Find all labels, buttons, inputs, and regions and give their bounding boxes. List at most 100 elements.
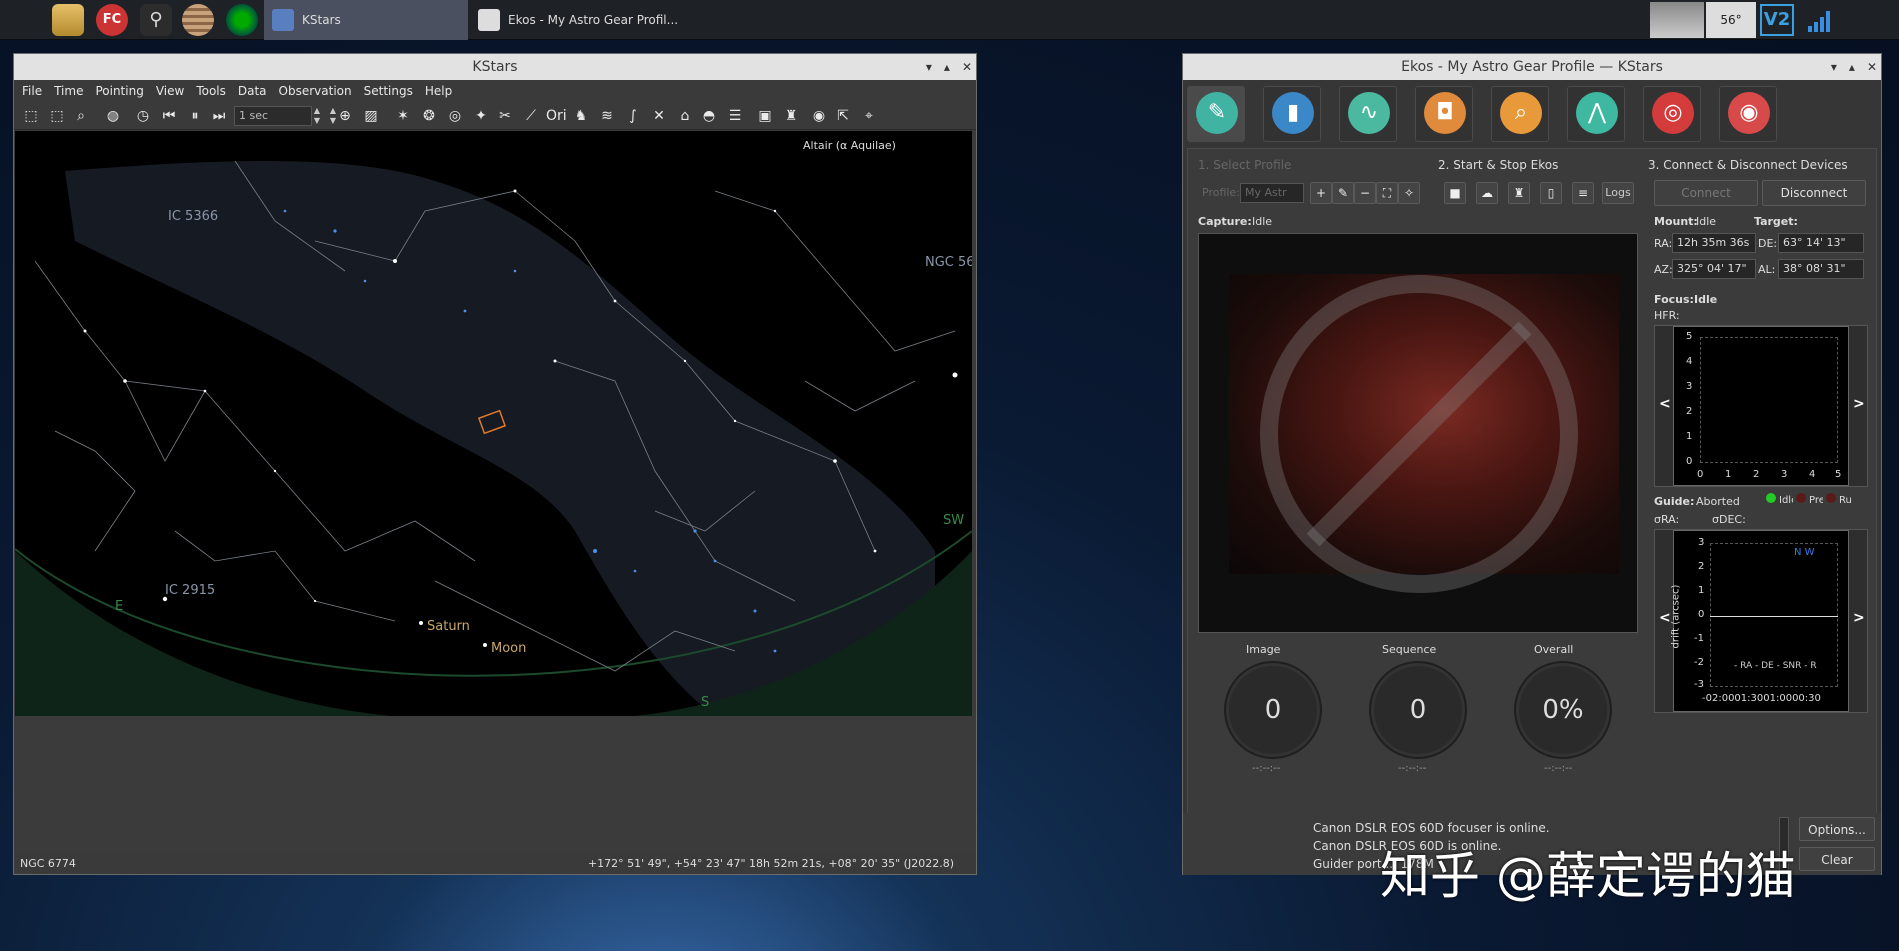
image-icon[interactable]: ▨	[362, 107, 380, 125]
zoom-box-icon[interactable]: ⬚	[22, 107, 40, 125]
kstars-titlebar[interactable]: KStars ▾ ▴ ✕	[14, 54, 976, 80]
telescope-launcher[interactable]: ⚲	[140, 4, 172, 36]
vnc-icon[interactable]: V2	[1760, 4, 1794, 36]
stars-toggle-icon[interactable]: ✶	[394, 107, 412, 125]
horizon-icon[interactable]: ⌂	[676, 107, 694, 125]
cloud-button[interactable]: ☁	[1476, 182, 1498, 204]
maximize-icon[interactable]: ▴	[944, 54, 950, 80]
export-icon[interactable]: ⇱	[834, 107, 852, 125]
tab-setup[interactable]: ✎	[1187, 86, 1245, 142]
star-icon[interactable]: ✦	[472, 107, 490, 125]
file-manager-launcher[interactable]	[52, 4, 84, 36]
menu-settings[interactable]: Settings	[364, 84, 413, 98]
zoom-frame-icon[interactable]: ⬚	[48, 107, 66, 125]
constellation-names-icon[interactable]: Ori	[546, 107, 567, 125]
tab-align[interactable]: ◎	[1643, 86, 1701, 142]
wizard-button[interactable]: ✧	[1398, 182, 1420, 204]
milkyway-icon[interactable]: ≋	[598, 107, 616, 125]
remove-profile-button[interactable]: −	[1354, 182, 1376, 204]
ekos-titlebar[interactable]: Ekos - My Astro Gear Profile — KStars ▾ ▴…	[1183, 54, 1881, 80]
profile-select[interactable]: My Astr	[1240, 183, 1304, 203]
target-toggle-icon[interactable]: ◎	[446, 107, 464, 125]
task-kstars[interactable]: KStars	[264, 0, 468, 40]
disconnect-button[interactable]: Disconnect	[1762, 180, 1866, 206]
maximize-icon[interactable]: ▴	[1849, 54, 1855, 80]
ngc56-label[interactable]: NGC 56	[925, 255, 972, 270]
close-icon[interactable]: ✕	[962, 54, 972, 80]
menu-observation[interactable]: Observation	[279, 84, 352, 98]
grid-icon[interactable]: ✕	[650, 107, 668, 125]
section-select-profile: 1. Select Profile	[1198, 158, 1292, 172]
telescope-crosshair-icon[interactable]: ⌖	[860, 107, 878, 125]
jupiter-launcher[interactable]	[182, 4, 214, 36]
menu-pointing[interactable]: Pointing	[95, 84, 143, 98]
kstars-task-icon	[272, 9, 294, 31]
ground-icon[interactable]: ◓	[700, 107, 718, 125]
flags-icon[interactable]: ☰	[726, 107, 744, 125]
menu-view[interactable]: View	[156, 84, 184, 98]
logs-button[interactable]: Logs	[1602, 182, 1634, 204]
search-icon[interactable]: ⌕	[72, 107, 90, 125]
pause-icon[interactable]: ⏸	[186, 107, 204, 125]
tab-focus[interactable]: ⌕	[1491, 86, 1549, 142]
menu-file[interactable]: File	[22, 84, 42, 98]
options-button[interactable]: Options...	[1799, 817, 1875, 841]
satellite-icon[interactable]: ✂	[496, 107, 514, 125]
guide-prev-icon[interactable]: <	[1659, 610, 1671, 626]
close-icon[interactable]: ✕	[1867, 54, 1877, 80]
sigma-dec-label: σDEC:	[1712, 513, 1746, 526]
tab-analyze[interactable]: ∿	[1339, 86, 1397, 142]
ekos-icon[interactable]: ▣	[756, 107, 774, 125]
temperature-monitor[interactable]: 56°	[1706, 2, 1756, 38]
sky-map[interactable]: Altair (α Aquilae) IC 5366 NGC 56 IC 291…	[15, 131, 972, 716]
task-ekos[interactable]: Ekos - My Astro Gear Profil...	[470, 0, 690, 40]
add-profile-button[interactable]: +	[1310, 182, 1332, 204]
indi-icon[interactable]: ♜	[782, 107, 800, 125]
tab-capture[interactable]: ◘	[1415, 86, 1473, 142]
eye-icon[interactable]: ◉	[810, 107, 828, 125]
network-icon[interactable]	[1808, 10, 1834, 32]
status-object: NGC 6774	[20, 857, 76, 870]
ic5366-label[interactable]: IC 5366	[168, 209, 218, 224]
options-sliders-button[interactable]: ≡	[1572, 182, 1594, 204]
minimize-icon[interactable]: ▾	[1831, 54, 1837, 80]
moon-label[interactable]: Moon	[491, 641, 526, 656]
minimize-icon[interactable]: ▾	[926, 54, 932, 80]
stop-ekos-button[interactable]: ■	[1444, 182, 1466, 204]
scan-profile-button[interactable]: ⛶	[1376, 182, 1398, 204]
tab-mount[interactable]: ⋀	[1567, 86, 1625, 142]
globe-icon[interactable]: ◍	[104, 107, 122, 125]
step-forward-icon[interactable]: ⏭	[210, 107, 228, 125]
edit-profile-button[interactable]: ✎	[1332, 182, 1354, 204]
menu-tools[interactable]: Tools	[196, 84, 226, 98]
art-icon[interactable]: ♞	[572, 107, 590, 125]
profile-buttons: + ✎ − ⛶ ✧	[1310, 182, 1420, 204]
menu-time[interactable]: Time	[54, 84, 83, 98]
focus-next-icon[interactable]: >	[1853, 396, 1865, 412]
clear-button[interactable]: Clear	[1799, 847, 1875, 871]
step-back-icon[interactable]: ⏮	[160, 107, 178, 125]
constellation-lines-icon[interactable]: ⟋	[522, 107, 540, 125]
tab-guide[interactable]: ◉	[1719, 86, 1777, 142]
cpu-monitor[interactable]	[1650, 2, 1704, 38]
indi-control-button[interactable]: ♜	[1508, 182, 1530, 204]
guide-next-icon[interactable]: >	[1853, 610, 1865, 626]
crosshair-icon[interactable]: ⊕	[336, 107, 354, 125]
menu-help[interactable]: Help	[425, 84, 452, 98]
focus-prev-icon[interactable]: <	[1659, 396, 1671, 412]
clock-icon[interactable]: ◷	[134, 107, 152, 125]
de-label: DE:	[1758, 237, 1778, 250]
equator-icon[interactable]: ∫	[624, 107, 642, 125]
device-button[interactable]: ▯	[1540, 182, 1562, 204]
ic2915-label[interactable]: IC 2915	[165, 583, 215, 598]
filezilla-launcher[interactable]: FC	[96, 4, 128, 36]
deepsky-toggle-icon[interactable]: ❂	[420, 107, 438, 125]
guide-y-tick: -3	[1694, 679, 1704, 690]
tab-scheduler[interactable]: ▮	[1263, 86, 1321, 142]
connect-button[interactable]: Connect	[1654, 180, 1758, 206]
spin-arrows-icon[interactable]: ▲ ▼	[310, 106, 324, 126]
timestep-spinbox[interactable]: 1 sec	[234, 106, 312, 126]
menu-data[interactable]: Data	[238, 84, 267, 98]
phd2-launcher[interactable]	[226, 4, 258, 36]
saturn-label[interactable]: Saturn	[427, 619, 470, 634]
